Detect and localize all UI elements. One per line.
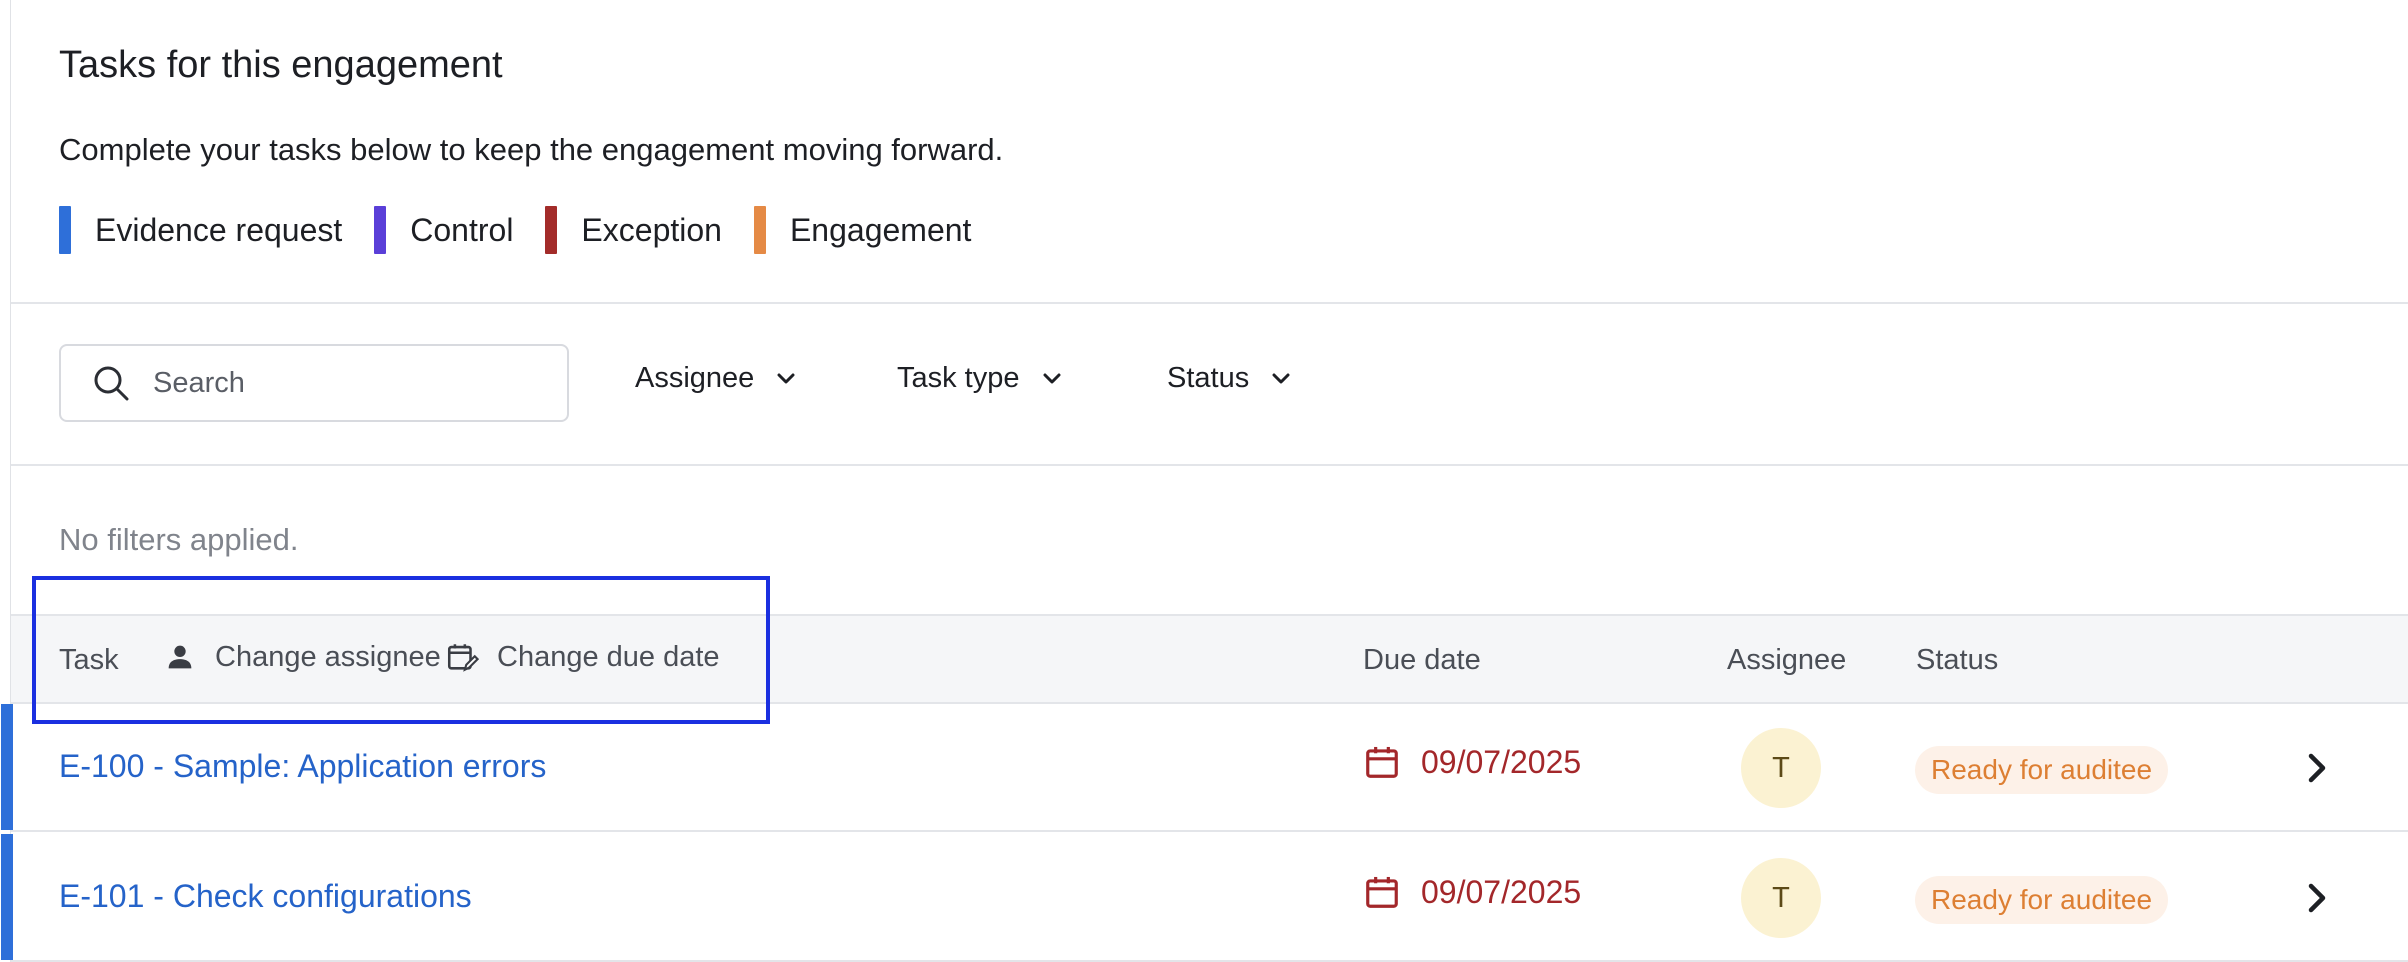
task-type-indicator — [1, 834, 13, 960]
column-header-due-date: Due date — [1363, 644, 1481, 676]
change-assignee-button[interactable]: Change assignee — [163, 640, 441, 674]
legend-label: Control — [410, 211, 514, 248]
legend-swatch — [545, 206, 558, 254]
legend-item-evidence-request: Evidence request — [59, 206, 342, 254]
due-date-text: 09/07/2025 — [1421, 873, 1582, 910]
tasks-panel: Tasks for this engagement Complete your … — [1, 0, 2408, 962]
search-input[interactable]: Search — [59, 344, 569, 422]
legend-swatch — [753, 206, 766, 254]
column-header-task: Task — [59, 644, 119, 676]
status-filter-label: Status — [1167, 362, 1250, 394]
legend-label: Engagement — [789, 211, 972, 248]
change-due-date-button[interactable]: Change due date — [445, 640, 720, 674]
assignee-filter-dropdown[interactable]: Assignee — [635, 362, 798, 395]
change-due-date-label: Change due date — [497, 640, 720, 673]
chevron-right-icon[interactable] — [2299, 750, 2335, 786]
page-title: Tasks for this engagement — [59, 44, 503, 86]
legend-label: Exception — [581, 211, 722, 248]
calendar-edit-icon — [447, 644, 479, 672]
status-filter-dropdown[interactable]: Status — [1167, 362, 1293, 395]
legend-swatch — [59, 206, 71, 254]
divider — [11, 302, 2408, 304]
task-link[interactable]: E-100 - Sample: Application errors — [59, 748, 546, 785]
person-icon — [168, 645, 192, 669]
task-link[interactable]: E-101 - Check configurations — [59, 878, 472, 915]
chevron-down-icon — [1272, 373, 1290, 383]
chevron-down-icon — [777, 373, 795, 383]
chevron-right-icon[interactable] — [2299, 880, 2335, 916]
table-row[interactable]: E-100 - Sample: Application errors 09/07… — [1, 704, 2408, 832]
divider — [11, 464, 2408, 466]
assignee-filter-label: Assignee — [635, 362, 755, 394]
calendar-icon — [1366, 746, 1398, 778]
no-filters-text: No filters applied. — [59, 522, 299, 557]
legend-label: Evidence request — [95, 211, 343, 248]
page-subtitle: Complete your tasks below to keep the en… — [59, 132, 1004, 167]
legend-item-exception: Exception — [545, 206, 722, 254]
avatar: T — [1741, 858, 1821, 938]
task-type-filter-label: Task type — [897, 362, 1020, 394]
calendar-icon — [1366, 876, 1398, 908]
task-type-indicator — [1, 704, 13, 830]
change-assignee-label: Change assignee — [215, 640, 441, 673]
status-badge: Ready for auditee — [1915, 876, 2169, 924]
legend-item-engagement: Engagement — [753, 206, 972, 254]
legend-item-control: Control — [374, 206, 513, 254]
status-badge: Ready for auditee — [1915, 746, 2169, 794]
task-type-filter-dropdown[interactable]: Task type — [897, 362, 1064, 395]
search-placeholder: Search — [153, 366, 245, 399]
column-header-assignee: Assignee — [1727, 644, 1847, 676]
table-row[interactable]: E-101 - Check configurations 09/07/2025 … — [1, 834, 2408, 962]
chevron-down-icon — [1043, 373, 1060, 383]
avatar: T — [1741, 728, 1821, 808]
due-date: 09/07/2025 — [1363, 742, 1581, 782]
due-date-text: 09/07/2025 — [1421, 743, 1582, 780]
column-header-status: Status — [1916, 644, 1999, 676]
search-icon — [94, 366, 129, 401]
due-date: 09/07/2025 — [1363, 872, 1581, 912]
legend-swatch — [374, 206, 387, 254]
table-header: Task Change assignee Change due date Due… — [11, 614, 2408, 704]
task-type-legend: Evidence request Control Exception Engag… — [59, 206, 1003, 254]
